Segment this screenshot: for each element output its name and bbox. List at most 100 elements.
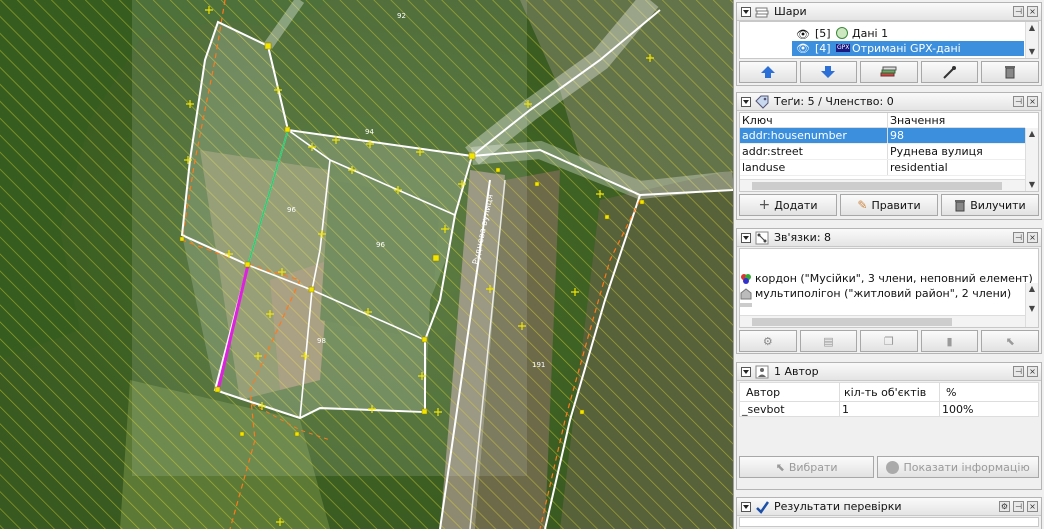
column-percent[interactable]: % [940, 383, 1038, 401]
relations-vscrollbar[interactable]: ▲ ▼ [1025, 283, 1038, 327]
relations-panel-header[interactable]: Зв'язки: 8 ⊣ × [737, 229, 1041, 247]
layer-item-selected[interactable]: 👁 [4] GPX Отримані GPX-дані [792, 41, 1024, 56]
layer-item[interactable]: 👁 [5] Дані 1 [740, 26, 1038, 41]
tag-key[interactable]: addr:street [740, 144, 888, 159]
move-up-icon [760, 66, 775, 78]
column-key[interactable]: Ключ [740, 113, 888, 127]
add-tag-label: Додати [774, 198, 818, 212]
tag-key[interactable]: addr:housenumber [740, 128, 888, 143]
tags-toolbar: + Додати ✎ Правити Вилучити [739, 194, 1039, 216]
pin-icon[interactable]: ⊣ [1013, 232, 1024, 243]
edit-tag-button[interactable]: ✎ Правити [840, 194, 938, 216]
collapse-icon[interactable] [741, 96, 751, 107]
layers-panel-header[interactable]: Шари ⊣ × [737, 3, 1041, 21]
relation-item[interactable]: кордон ("Мусійки", 3 члени, неповний еле… [740, 271, 1038, 286]
relation-item[interactable]: мультиполігон ("житловий район", 2 члени… [740, 286, 1038, 301]
select-author-label: Вибрати [788, 460, 838, 474]
trash-icon [955, 199, 966, 211]
tag-key[interactable]: landuse [740, 160, 888, 175]
author-count: 1 [840, 402, 940, 416]
move-up-button[interactable] [739, 61, 797, 83]
tag-value[interactable]: residential [888, 160, 1025, 175]
author-row[interactable]: _sevbot 1 100% [739, 402, 1039, 417]
layer-index: [5] [815, 27, 831, 40]
show-info-label: Показати інформацію [903, 460, 1030, 474]
tag-value[interactable]: Руднева вулиця [888, 144, 1025, 159]
tags-table[interactable]: Ключ Значення addr:housenumber 98 addr:s… [739, 112, 1039, 192]
author-name: _sevbot [740, 402, 840, 416]
delete-relation-button[interactable]: ▮ [920, 330, 979, 352]
validation-panel-header[interactable]: Результати перевірки ⚙ ⊣ × [737, 498, 1041, 516]
relations-hscrollbar[interactable] [740, 315, 1025, 327]
cursor-icon: ⬉ [775, 460, 785, 474]
josm-window: 92 94 96 96 98 191 Руднева вулиця Шари ⊣ [0, 0, 1044, 529]
info-icon [886, 460, 900, 474]
move-down-icon [821, 66, 836, 78]
layers-panel-title: Шари [774, 5, 807, 18]
pin-icon[interactable]: ⊣ [1013, 6, 1024, 17]
layers-scrollbar[interactable]: ▲ ▼ [1025, 22, 1038, 58]
gpx-icon: GPX [836, 44, 851, 52]
tag-row[interactable]: landuse residential [740, 160, 1025, 176]
select-relation-button[interactable]: ⬉ [981, 330, 1039, 352]
tags-hscrollbar[interactable] [740, 179, 1025, 191]
validation-list[interactable] [739, 517, 1039, 527]
add-tag-button[interactable]: + Додати [739, 194, 837, 216]
layer-index: [4] [815, 42, 831, 55]
edit-relation-icon: ⚙ [762, 334, 773, 348]
move-down-button[interactable] [799, 61, 858, 83]
close-icon[interactable]: × [1027, 6, 1038, 17]
map-label-96a: 96 [287, 206, 296, 214]
relation-icon [755, 231, 769, 245]
collapse-icon[interactable] [741, 366, 751, 377]
map-view[interactable]: 92 94 96 96 98 191 Руднева вулиця [0, 0, 733, 529]
side-panels: Шари ⊣ × 👁 [5] Дані 1 👁 [4] GPX Отримані… [733, 0, 1044, 529]
eye-icon[interactable]: 👁 [796, 27, 810, 42]
merge-button[interactable] [860, 61, 918, 83]
tags-vscrollbar[interactable]: ▲ ▼ [1025, 128, 1038, 191]
multipolygon-icon [740, 288, 752, 300]
close-icon[interactable]: × [1027, 96, 1038, 107]
visibility-icon [942, 66, 956, 79]
tag-row[interactable]: addr:housenumber 98 [740, 128, 1025, 144]
close-icon[interactable]: × [1027, 501, 1038, 512]
collapse-icon[interactable] [741, 501, 751, 512]
authors-panel-header[interactable]: 1 Автор ⊣ × [737, 363, 1041, 381]
duplicate-relation-button[interactable]: ❐ [860, 330, 918, 352]
authors-table[interactable]: Автор кіл-ть об'єктів % _sevbot 1 100% [739, 382, 1039, 454]
settings-icon[interactable]: ⚙ [999, 501, 1010, 512]
select-author-button[interactable]: ⬉ Вибрати [739, 456, 875, 478]
delete-layer-button[interactable] [981, 61, 1039, 83]
plus-icon: + [758, 197, 771, 213]
close-icon[interactable]: × [1027, 232, 1038, 243]
edit-relation-button[interactable]: ⚙ [739, 330, 797, 352]
column-value[interactable]: Значення [888, 113, 1025, 127]
tag-row[interactable]: addr:street Руднева вулиця [740, 144, 1025, 160]
new-relation-button[interactable]: ▤ [799, 330, 858, 352]
pin-icon[interactable]: ⊣ [1013, 96, 1024, 107]
trash-icon: ▮ [946, 334, 953, 348]
pin-icon[interactable]: ⊣ [1013, 366, 1024, 377]
tags-panel-header[interactable]: Теґи: 5 / Членство: 0 ⊣ × [737, 93, 1041, 111]
layers-list[interactable]: 👁 [5] Дані 1 👁 [4] GPX Отримані GPX-дані… [739, 21, 1039, 59]
delete-icon [1005, 66, 1016, 79]
edit-tag-label: Правити [871, 198, 921, 212]
merge-icon [880, 66, 897, 77]
column-author[interactable]: Автор [740, 383, 840, 401]
tag-value[interactable]: 98 [888, 128, 1025, 143]
show-info-button[interactable]: Показати інформацію [877, 456, 1039, 478]
map-label-96b: 96 [376, 241, 385, 249]
map-label-92: 92 [397, 12, 406, 20]
relations-list[interactable]: кордон ("Мусійки", 3 члени, неповний еле… [739, 248, 1039, 328]
collapse-icon[interactable] [741, 232, 751, 243]
collapse-icon[interactable] [741, 6, 751, 17]
relations-toolbar: ⚙ ▤ ❐ ▮ ⬉ [739, 330, 1039, 352]
close-icon[interactable]: × [1027, 366, 1038, 377]
relation-item-partial[interactable] [740, 301, 1038, 307]
eye-icon[interactable]: 👁 [796, 41, 810, 56]
column-count[interactable]: кіл-ть об'єктів [840, 383, 940, 401]
delete-tag-button[interactable]: Вилучити [941, 194, 1039, 216]
checkmark-icon [755, 500, 770, 514]
visibility-button[interactable] [920, 61, 979, 83]
pin-icon[interactable]: ⊣ [1013, 501, 1024, 512]
